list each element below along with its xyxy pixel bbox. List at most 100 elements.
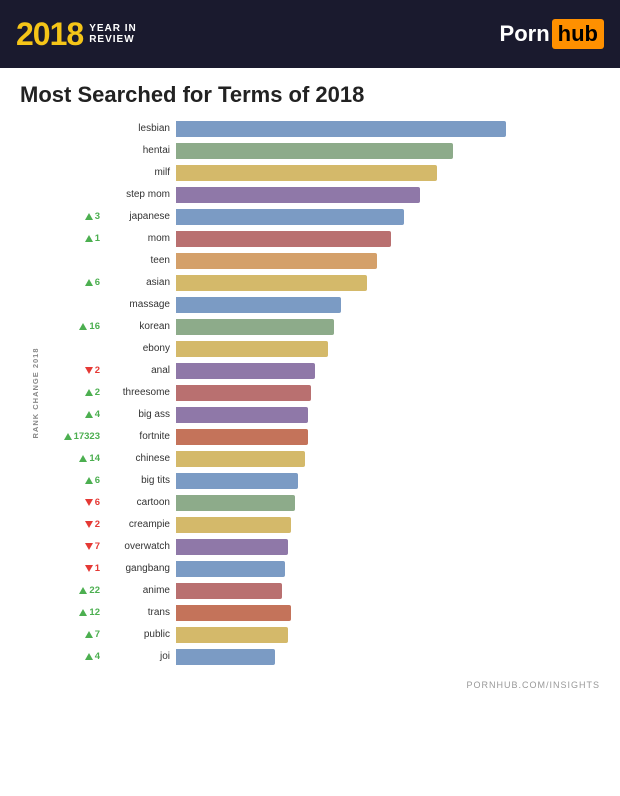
rank-number: 4 <box>95 651 100 662</box>
rank-change-cell: 3 <box>42 211 104 222</box>
term-label: big tits <box>104 475 176 486</box>
bar-area <box>176 602 600 623</box>
rank-number: 22 <box>89 585 100 596</box>
bar <box>176 451 305 467</box>
rank-number: 6 <box>95 497 100 508</box>
chart-container: RANK CHANGE 2018 lesbianhentaimilfstep m… <box>20 118 600 668</box>
bar <box>176 561 285 577</box>
bar <box>176 121 506 137</box>
triangle-down-icon <box>85 367 93 374</box>
bar <box>176 385 311 401</box>
triangle-up-icon <box>85 477 93 484</box>
bar <box>176 209 404 225</box>
bar-area <box>176 250 600 271</box>
triangle-up-icon <box>85 213 93 220</box>
bar-area <box>176 360 600 381</box>
bar-area <box>176 316 600 337</box>
bar-row: 12trans <box>42 602 600 623</box>
term-label: lesbian <box>104 123 176 134</box>
triangle-up-icon <box>64 433 72 440</box>
bar <box>176 187 420 203</box>
bar <box>176 473 298 489</box>
rank-number: 7 <box>95 629 100 640</box>
rank-change-cell: 7 <box>42 629 104 640</box>
term-label: hentai <box>104 145 176 156</box>
term-label: teen <box>104 255 176 266</box>
term-label: trans <box>104 607 176 618</box>
rank-change-cell: 1 <box>42 233 104 244</box>
bar-row: 16korean <box>42 316 600 337</box>
rank-change-cell: 4 <box>42 651 104 662</box>
bar-area <box>176 558 600 579</box>
year-sub: YEAR IN REVIEW <box>89 23 137 45</box>
rank-change-cell: 12 <box>42 607 104 618</box>
rank-change-cell: 1 <box>42 563 104 574</box>
year-text: 2018 <box>16 16 83 53</box>
bar-row: milf <box>42 162 600 183</box>
term-label: gangbang <box>104 563 176 574</box>
bar-area <box>176 206 600 227</box>
term-label: public <box>104 629 176 640</box>
rank-number: 1 <box>95 563 100 574</box>
bar <box>176 429 308 445</box>
bar-row: lesbian <box>42 118 600 139</box>
bar-area <box>176 140 600 161</box>
rank-change-cell: 22 <box>42 585 104 596</box>
rank-number: 4 <box>95 409 100 420</box>
bar-area <box>176 448 600 469</box>
term-label: massage <box>104 299 176 310</box>
term-label: big ass <box>104 409 176 420</box>
triangle-up-icon <box>85 411 93 418</box>
term-label: anal <box>104 365 176 376</box>
bar <box>176 297 341 313</box>
rank-number: 7 <box>95 541 100 552</box>
bar-area <box>176 646 600 667</box>
bar <box>176 627 288 643</box>
rank-number: 6 <box>95 475 100 486</box>
bar-area <box>176 580 600 601</box>
bar <box>176 341 328 357</box>
content: Most Searched for Terms of 2018 RANK CHA… <box>0 68 620 676</box>
rank-change-cell: 6 <box>42 475 104 486</box>
term-label: joi <box>104 651 176 662</box>
rank-number: 2 <box>95 365 100 376</box>
triangle-down-icon <box>85 565 93 572</box>
bar <box>176 319 334 335</box>
bar-area <box>176 184 600 205</box>
bar <box>176 649 275 665</box>
bar-area <box>176 338 600 359</box>
rank-number: 6 <box>95 277 100 288</box>
term-label: korean <box>104 321 176 332</box>
term-label: chinese <box>104 453 176 464</box>
bar-area <box>176 624 600 645</box>
rank-number: 17323 <box>74 431 100 442</box>
bar-row: 22anime <box>42 580 600 601</box>
bar <box>176 407 308 423</box>
term-label: mom <box>104 233 176 244</box>
bar <box>176 539 288 555</box>
triangle-up-icon <box>85 235 93 242</box>
bar-row: 4 big ass <box>42 404 600 425</box>
bar-area <box>176 470 600 491</box>
bar <box>176 583 282 599</box>
rank-change-cell: 2 <box>42 387 104 398</box>
term-label: ebony <box>104 343 176 354</box>
bar-area <box>176 382 600 403</box>
rank-change-cell: 7 <box>42 541 104 552</box>
bar-row: 17323 fortnite <box>42 426 600 447</box>
rank-change-cell: 14 <box>42 453 104 464</box>
rank-change-cell: 6 <box>42 497 104 508</box>
bar <box>176 275 367 291</box>
term-label: fortnite <box>104 431 176 442</box>
logo-hub: hub <box>552 19 604 49</box>
term-label: japanese <box>104 211 176 222</box>
bar-row: 2 anal <box>42 360 600 381</box>
triangle-up-icon <box>79 455 87 462</box>
bar-row: step mom <box>42 184 600 205</box>
bar-row: 4 joi <box>42 646 600 667</box>
bar-row: 2threesome <box>42 382 600 403</box>
bar <box>176 253 377 269</box>
bar-row: massage <box>42 294 600 315</box>
triangle-down-icon <box>85 543 93 550</box>
bar-row: ebony <box>42 338 600 359</box>
